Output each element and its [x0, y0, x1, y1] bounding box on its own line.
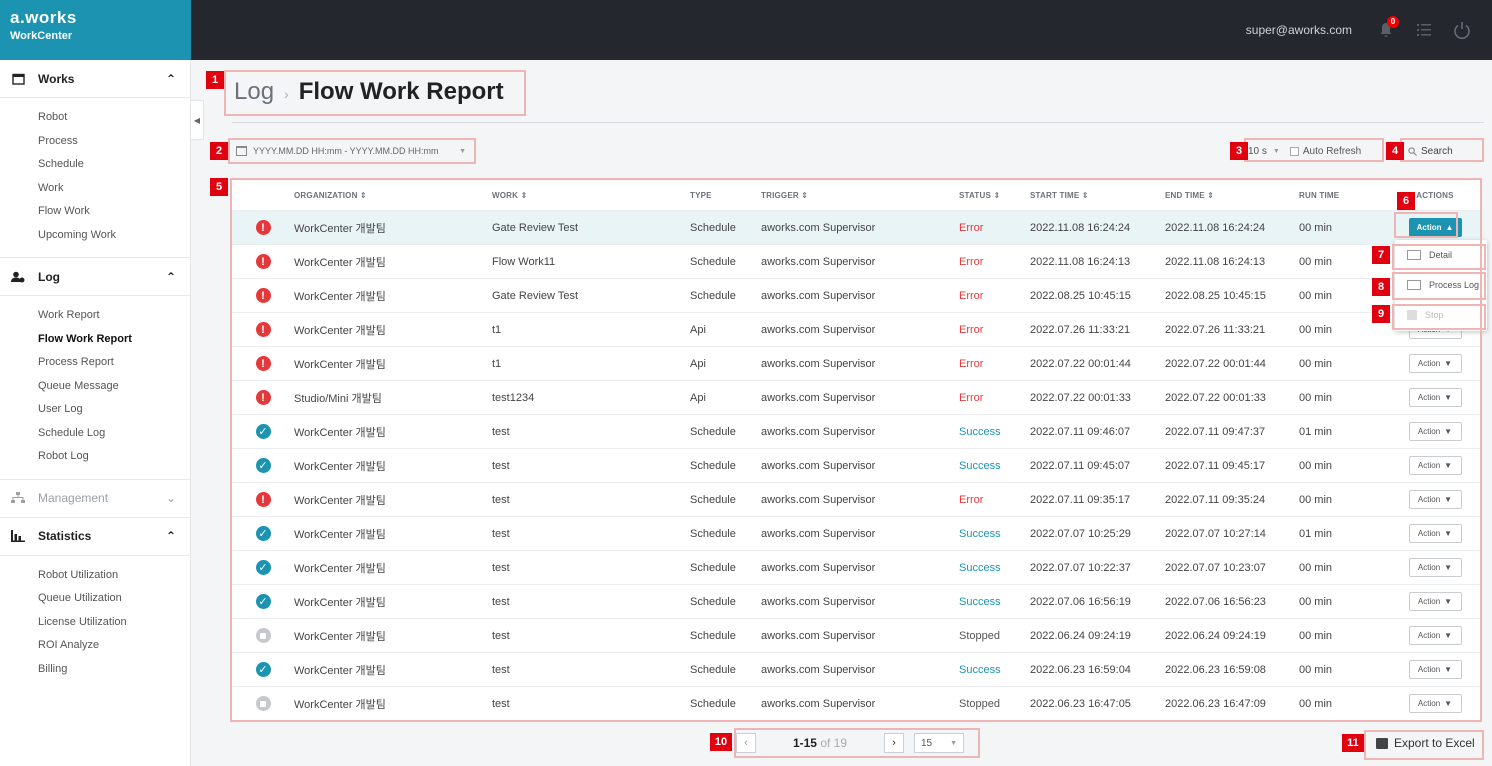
sidebar-group-works[interactable]: Works ⌃ — [0, 60, 190, 98]
annotation-marker: 6 — [1397, 192, 1415, 210]
highlight-box-export — [1364, 730, 1484, 760]
sidebar-item-flow-work[interactable]: Flow Work — [38, 200, 190, 224]
sidebar-collapse-toggle[interactable]: ◀ — [191, 100, 204, 140]
sidebar-item-flow-work-report[interactable]: Flow Work Report — [38, 328, 190, 352]
highlight-box-stop — [1392, 304, 1486, 330]
chevron-down-icon: ⌄ — [165, 491, 176, 505]
sidebar-item-queue-message[interactable]: Queue Message — [38, 375, 190, 399]
sidebar-group-management[interactable]: Management ⌄ — [0, 480, 190, 518]
sidebar-item-roi-analyze[interactable]: ROI Analyze — [38, 634, 190, 658]
sidebar-item-process-report[interactable]: Process Report — [38, 351, 190, 375]
list-menu-icon[interactable] — [1414, 20, 1434, 40]
highlight-box-title — [224, 70, 526, 116]
top-right-tools: super@aworks.com 0 — [1246, 0, 1472, 60]
annotation-marker: 4 — [1386, 142, 1404, 160]
brand-subtitle: WorkCenter — [10, 30, 73, 42]
user-email[interactable]: super@aworks.com — [1246, 23, 1352, 37]
sidebar-item-queue-utilization[interactable]: Queue Utilization — [38, 587, 190, 611]
top-bar: a.works WorkCenter super@aworks.com 0 — [0, 0, 1492, 60]
hierarchy-icon — [10, 492, 26, 504]
sidebar-item-process[interactable]: Process — [38, 130, 190, 154]
chevron-up-icon: ⌃ — [165, 71, 176, 86]
highlight-box-process-log — [1392, 272, 1486, 300]
highlight-box-date — [228, 138, 476, 164]
annotation-marker: 11 — [1342, 734, 1364, 752]
notification-count-badge: 0 — [1387, 16, 1399, 28]
sidebar-item-upcoming-work[interactable]: Upcoming Work — [38, 224, 190, 248]
user-log-icon — [10, 271, 26, 283]
bar-chart-icon — [10, 530, 26, 542]
calendar-icon — [10, 73, 26, 85]
annotation-marker: 5 — [210, 178, 228, 196]
sidebar-item-user-log[interactable]: User Log — [38, 398, 190, 422]
sidebar-group-label: Management — [38, 491, 109, 505]
sidebar-group-label: Works — [38, 71, 75, 86]
sidebar-item-schedule[interactable]: Schedule — [38, 153, 190, 177]
sidebar-group-label: Statistics — [38, 529, 92, 543]
annotation-marker: 3 — [1230, 142, 1248, 160]
sidebar-works-items: Robot Process Schedule Work Flow Work Up… — [0, 98, 190, 258]
annotation-marker: 1 — [206, 71, 224, 89]
brand-name: a.works — [10, 8, 77, 27]
annotation-marker: 8 — [1372, 278, 1390, 296]
annotation-marker: 9 — [1372, 305, 1390, 323]
brand-logo[interactable]: a.works WorkCenter — [0, 0, 191, 60]
sidebar-item-work[interactable]: Work — [38, 177, 190, 201]
sidebar-group-statistics[interactable]: Statistics ⌃ — [0, 518, 190, 556]
main-content: Log › Flow Work Report YYYY.MM.DD HH:mm … — [204, 60, 1492, 766]
highlight-box-action — [1394, 212, 1458, 238]
annotation-marker: 7 — [1372, 246, 1390, 264]
sidebar-item-robot[interactable]: Robot — [38, 106, 190, 130]
chevron-up-icon: ⌃ — [165, 529, 176, 543]
title-divider — [232, 122, 1484, 123]
sidebar-item-schedule-log[interactable]: Schedule Log — [38, 422, 190, 446]
sidebar-statistics-items: Robot Utilization Queue Utilization Lice… — [0, 556, 190, 692]
annotation-marker: 2 — [210, 142, 228, 160]
highlight-box-refresh — [1244, 138, 1384, 162]
sidebar-item-work-report[interactable]: Work Report — [38, 304, 190, 328]
sidebar-item-robot-utilization[interactable]: Robot Utilization — [38, 564, 190, 588]
power-icon[interactable] — [1452, 20, 1472, 40]
highlight-box-table — [230, 178, 1482, 722]
caret-left-icon: ◀ — [193, 115, 201, 125]
annotation-marker: 10 — [710, 733, 732, 751]
sidebar-group-log[interactable]: Log ⌃ — [0, 258, 190, 296]
highlight-box-detail — [1392, 244, 1486, 270]
chevron-up-icon: ⌃ — [165, 269, 176, 284]
highlight-box-search — [1400, 138, 1484, 162]
sidebar-item-robot-log[interactable]: Robot Log — [38, 445, 190, 469]
sidebar-item-billing[interactable]: Billing — [38, 658, 190, 682]
sidebar: Works ⌃ Robot Process Schedule Work Flow… — [0, 60, 191, 766]
sidebar-item-license-utilization[interactable]: License Utilization — [38, 611, 190, 635]
sidebar-log-items: Work Report Flow Work Report Process Rep… — [0, 296, 190, 480]
highlight-box-pagination — [734, 728, 980, 758]
sidebar-group-label: Log — [38, 269, 60, 284]
notification-bell-icon[interactable]: 0 — [1376, 16, 1399, 40]
